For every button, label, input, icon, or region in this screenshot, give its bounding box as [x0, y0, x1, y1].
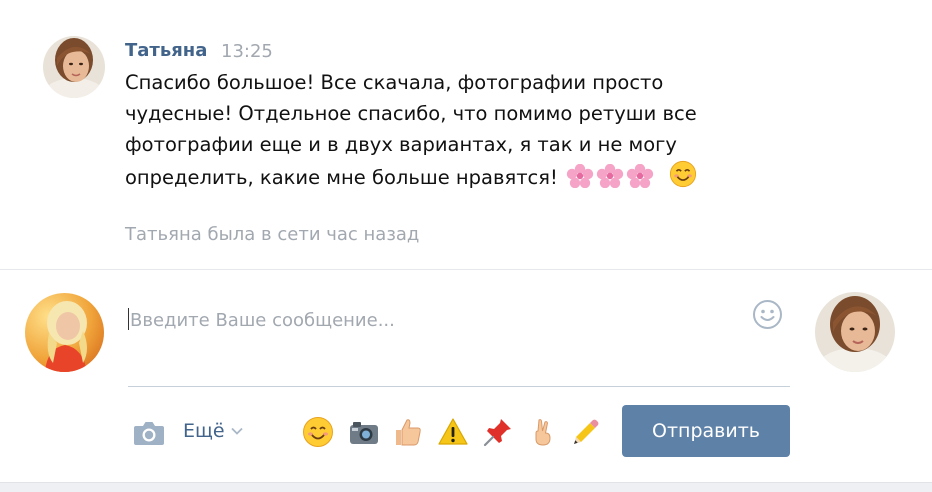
- message-line: определить, какие мне больше нравятся!: [125, 166, 558, 189]
- more-attachments-button[interactable]: Ещё: [183, 420, 243, 442]
- cherry-blossom-icon: [566, 164, 594, 188]
- text-caret: [128, 308, 129, 330]
- emoji-picker-icon[interactable]: [752, 299, 783, 330]
- smiling-face-icon[interactable]: [302, 416, 334, 448]
- more-label: Ещё: [183, 420, 225, 442]
- victory-hand-icon[interactable]: [527, 416, 559, 448]
- smiling-face-icon: [670, 160, 697, 188]
- message-time[interactable]: 13:25: [221, 41, 273, 62]
- author-avatar[interactable]: [43, 36, 105, 98]
- my-avatar[interactable]: [25, 293, 104, 372]
- bottom-bar: [0, 482, 932, 492]
- message-line: Спасибо большое! Все скачала, фотографии…: [125, 71, 664, 94]
- camera-icon[interactable]: [348, 416, 380, 448]
- input-underline: [128, 386, 790, 387]
- message-line: фотографии еще и в двух вариантах, я так…: [125, 133, 677, 156]
- cherry-blossom-icon: [596, 164, 624, 188]
- pencil-icon[interactable]: [570, 416, 602, 448]
- cherry-blossom-icon: [626, 164, 654, 188]
- message-author[interactable]: Татьяна: [125, 40, 207, 61]
- message-line: чудесные! Отдельное спасибо, что помимо …: [125, 102, 697, 125]
- chevron-down-icon: [230, 427, 243, 435]
- online-status: Татьяна была в сети час назад: [125, 224, 420, 245]
- camera-icon[interactable]: [133, 419, 165, 446]
- warning-icon[interactable]: [437, 416, 469, 448]
- message-text: Спасибо большое! Все скачала, фотографии…: [125, 67, 745, 193]
- divider: [0, 269, 932, 270]
- message-input[interactable]: [126, 300, 736, 340]
- send-button[interactable]: Отправить: [622, 405, 790, 457]
- message-line-last: определить, какие мне больше нравятся!: [125, 160, 745, 193]
- pushpin-icon[interactable]: [482, 416, 514, 448]
- recipient-avatar[interactable]: [815, 292, 895, 372]
- message-composer[interactable]: [126, 300, 736, 340]
- thumbs-up-icon[interactable]: [391, 416, 423, 448]
